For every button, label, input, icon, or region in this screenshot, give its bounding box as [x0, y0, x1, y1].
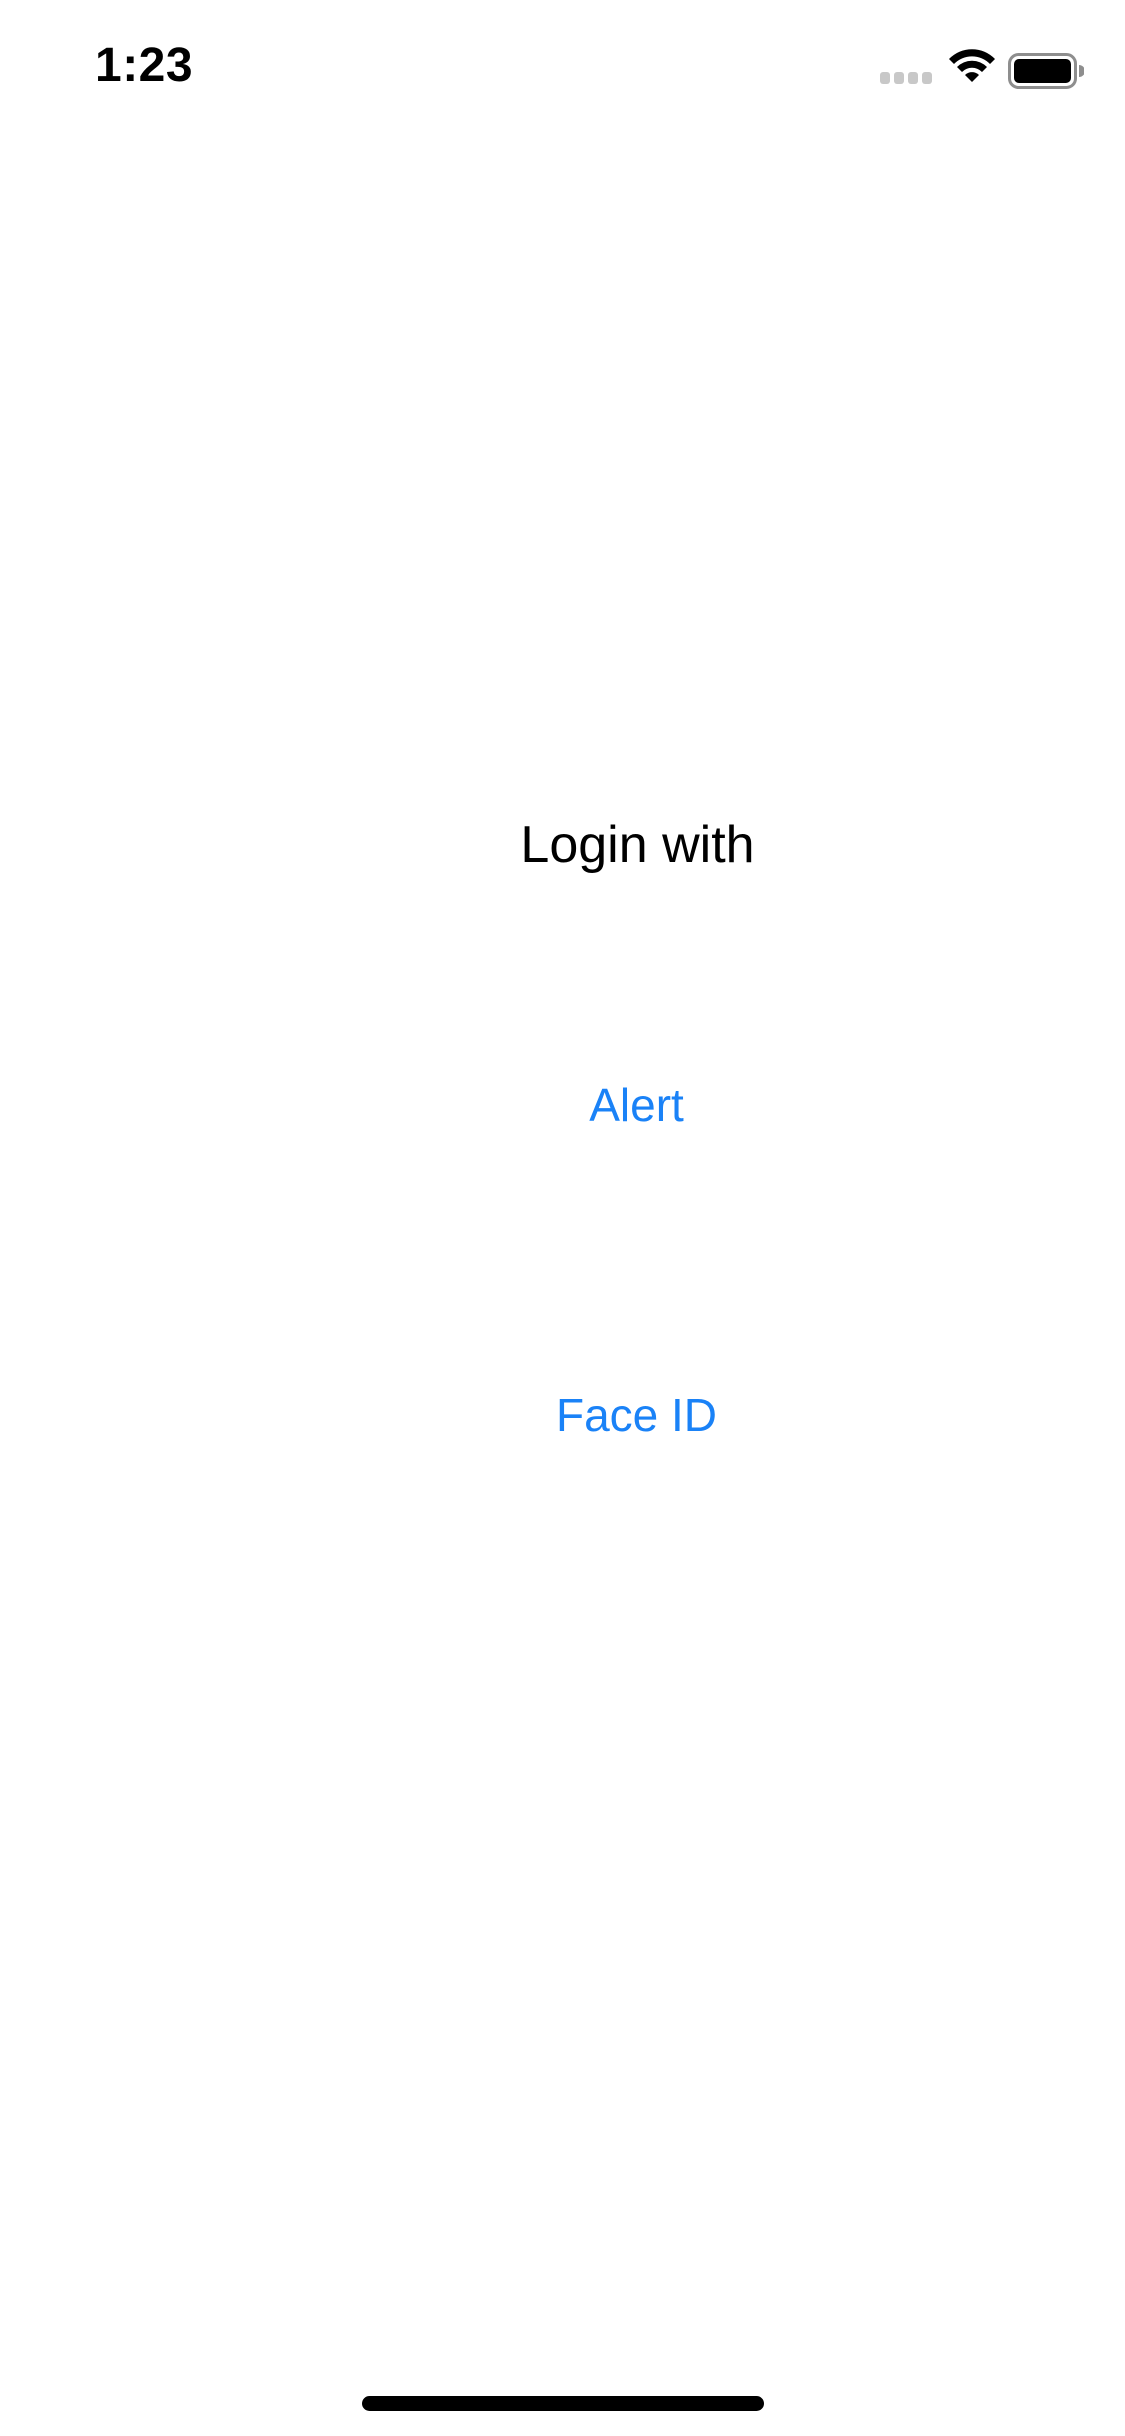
login-with-label: Login with [520, 816, 755, 874]
cellular-signal-icon [880, 72, 934, 86]
face-id-button[interactable]: Face ID [0, 1388, 1125, 1442]
status-time: 1:23 [95, 39, 194, 92]
battery-icon [1008, 53, 1084, 89]
alert-button[interactable]: Alert [0, 1078, 1125, 1132]
status-bar: 1:23 [0, 0, 1125, 135]
wifi-icon [949, 49, 995, 82]
home-indicator[interactable] [362, 2396, 764, 2411]
